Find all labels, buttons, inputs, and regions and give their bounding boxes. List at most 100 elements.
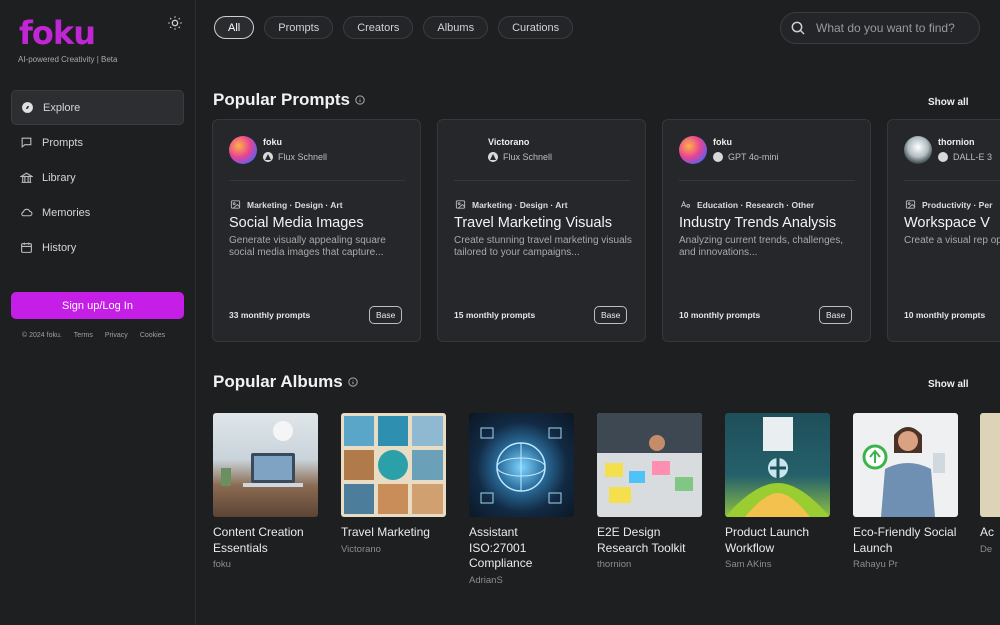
card-model-label: GPT 4o-mini [728,152,779,162]
prompt-card[interactable]: foku Flux Schnell Marketing · Design · A… [212,119,421,342]
prompt-card[interactable]: foku GPT 4o-mini Education · Research · … [662,119,871,342]
prompt-cards-row: foku Flux Schnell Marketing · Design · A… [212,119,1000,343]
album-creator[interactable]: De [980,544,1000,555]
album-name[interactable]: Assistant ISO:27001 Compliance [469,525,574,572]
image-icon [455,200,466,209]
cloud-icon [21,208,33,217]
card-author[interactable]: foku [263,137,282,147]
library-icon [20,172,33,183]
info-icon[interactable] [355,95,365,105]
cookies-link[interactable]: Cookies [140,332,165,339]
filter-chip-prompts[interactable]: Prompts [264,16,334,39]
card-monthly-count: 15 monthly prompts [454,310,536,320]
album-card[interactable]: Eco-Friendly Social Launch Rahayu Pr [853,413,958,570]
album-name[interactable]: Eco-Friendly Social Launch [853,525,958,556]
card-tags: Education · Research · Other [680,199,814,210]
search-input[interactable] [816,21,966,35]
card-model-label: DALL-E 3 [953,152,993,162]
sidebar-item-prompts[interactable]: Prompts [11,125,184,160]
card-title[interactable]: Travel Marketing Visuals [454,215,612,231]
flux-model-icon [488,152,498,162]
album-card[interactable]: Ac De [980,413,1000,555]
card-model: Flux Schnell [263,152,327,162]
openai-model-icon [713,152,723,162]
album-thumbnail[interactable] [725,413,830,517]
sidebar-item-explore[interactable]: Explore [11,90,184,125]
album-card[interactable]: Assistant ISO:27001 Compliance AdrianS [469,413,574,586]
text-icon [680,200,691,208]
card-author[interactable]: thornion [938,137,975,147]
album-thumbnail[interactable] [341,413,446,517]
card-monthly-count: 33 monthly prompts [229,310,311,320]
card-title[interactable]: Industry Trends Analysis [679,215,836,231]
card-description: Create stunning travel marketing visuals… [454,235,632,258]
album-name[interactable]: Product Launch Workflow [725,525,830,556]
filter-chip-curations[interactable]: Curations [498,16,574,39]
sidebar-item-library[interactable]: Library [11,160,184,195]
album-name[interactable]: Content Creation Essentials [213,525,318,556]
sun-icon[interactable] [167,15,183,31]
signup-login-button[interactable]: Sign up/Log In [11,292,184,319]
card-tags: Marketing · Design · Art [230,199,343,210]
filter-chip-albums[interactable]: Albums [423,16,489,39]
base-badge: Base [369,306,403,324]
album-card[interactable]: E2E Design Research Toolkit thornion [597,413,702,570]
album-thumbnail[interactable] [469,413,574,517]
card-author[interactable]: Victorano [488,137,529,147]
prompts-show-all-link[interactable]: Show all [928,97,969,108]
card-divider [454,180,630,181]
card-divider [229,180,405,181]
card-tags-text: Marketing · Design · Art [472,199,568,210]
albums-row: Content Creation Essentials foku Travel … [213,413,1000,613]
album-creator[interactable]: foku [213,559,318,570]
album-name[interactable]: Travel Marketing [341,525,446,541]
sidebar-item-label: History [42,241,77,254]
album-creator[interactable]: Rahayu Pr [853,559,958,570]
album-thumbnail[interactable] [853,413,958,517]
album-card[interactable]: Content Creation Essentials foku [213,413,318,570]
sidebar-item-label: Memories [42,206,91,219]
album-thumbnail[interactable] [980,413,1000,517]
album-name[interactable]: E2E Design Research Toolkit [597,525,702,556]
card-model: Flux Schnell [488,152,552,162]
sidebar-nav: Explore Prompts Library Memories History [11,90,184,265]
compass-icon [22,102,33,113]
search-bar[interactable] [780,12,980,44]
sidebar-item-history[interactable]: History [11,230,184,265]
card-description: Generate visually appealing square socia… [229,235,386,258]
chat-bubble-icon [21,137,32,148]
prompt-card[interactable]: thornion DALL-E 3 Productivity · Per Wor… [887,119,1000,342]
info-icon[interactable] [348,377,358,387]
image-icon [905,200,916,209]
albums-show-all-link[interactable]: Show all [928,379,969,390]
filter-chip-all[interactable]: All [214,16,255,39]
image-icon [230,200,241,209]
card-tags: Marketing · Design · Art [455,199,568,210]
card-model: DALL-E 3 [938,152,992,162]
terms-link[interactable]: Terms [74,332,93,339]
album-card[interactable]: Travel Marketing Victorano [341,413,446,555]
logo[interactable]: foku [19,14,96,52]
prompt-card[interactable]: Victorano Flux Schnell Marketing · Desig… [437,119,646,342]
base-badge: Base [819,306,853,324]
card-monthly-count: 10 monthly prompts [679,310,761,320]
sidebar: foku AI-powered Creativity | Beta Explor… [0,0,196,625]
filter-chip-creators[interactable]: Creators [343,16,414,39]
card-monthly-count: 10 monthly prompts [904,310,986,320]
privacy-link[interactable]: Privacy [105,332,128,339]
card-title[interactable]: Workspace V [904,215,990,231]
tagline: AI-powered Creativity | Beta [18,55,118,64]
album-creator[interactable]: Victorano [341,544,446,555]
card-author[interactable]: foku [713,137,732,147]
album-creator[interactable]: thornion [597,559,702,570]
album-card[interactable]: Product Launch Workflow Sam AKins [725,413,830,570]
section-title-text: Popular Albums [213,372,343,391]
album-creator[interactable]: Sam AKins [725,559,830,570]
album-thumbnail[interactable] [213,413,318,517]
album-name[interactable]: Ac [980,525,1000,541]
album-creator[interactable]: AdrianS [469,575,574,586]
openai-model-icon [938,152,948,162]
sidebar-item-memories[interactable]: Memories [11,195,184,230]
card-title[interactable]: Social Media Images [229,215,364,231]
album-thumbnail[interactable] [597,413,702,517]
